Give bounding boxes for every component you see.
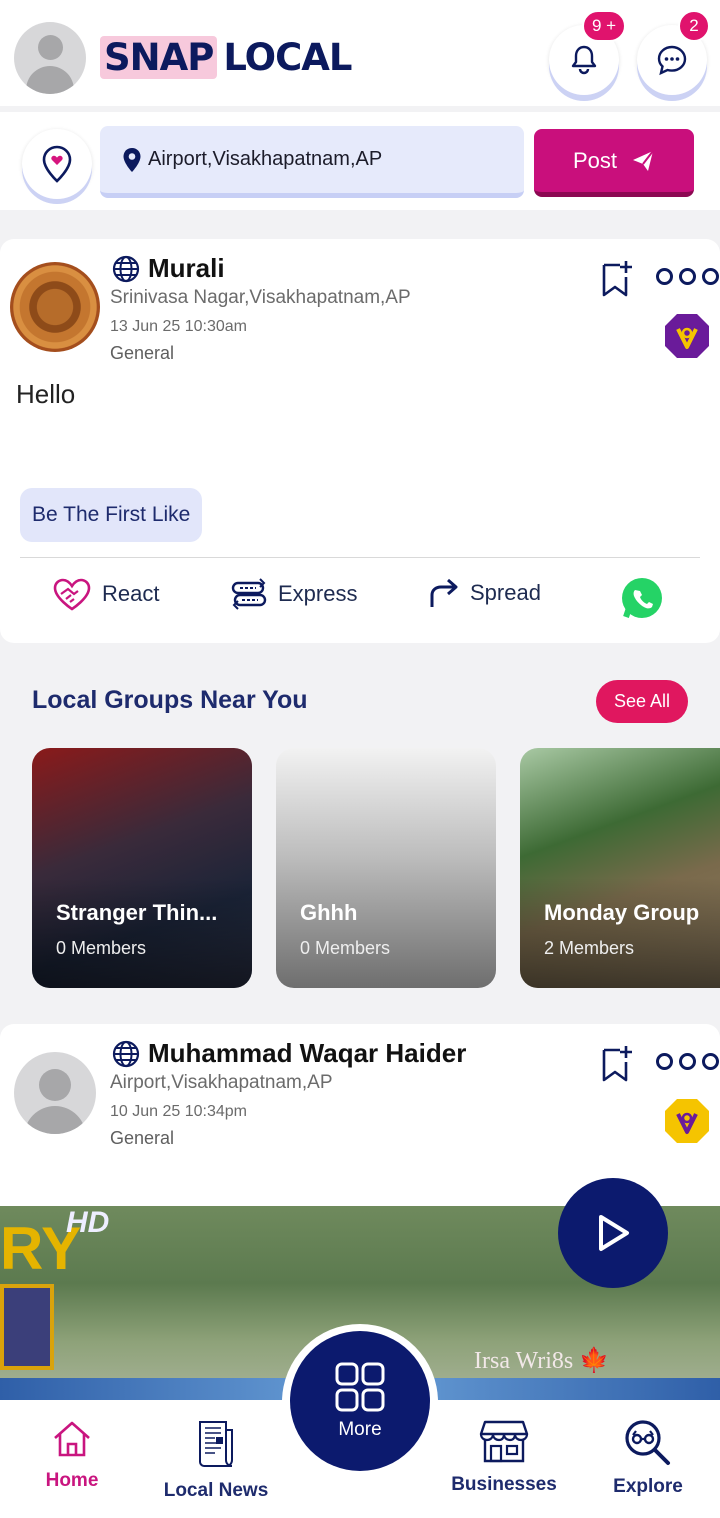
- group-members: 0 Members: [56, 938, 147, 958]
- more-options-icon[interactable]: [656, 1053, 719, 1070]
- post-card: Murali Srinivasa Nagar,Visakhapatnam,AP …: [0, 239, 720, 643]
- logo-local: LOCAL: [223, 35, 352, 79]
- handshake-heart-icon: [53, 578, 91, 611]
- nav-local-news[interactable]: Local News: [146, 1418, 286, 1502]
- group-card[interactable]: Monday Group 2 Members: [520, 748, 720, 988]
- home-icon: [54, 1421, 90, 1457]
- avatar-head-shape: [38, 35, 63, 60]
- send-icon: [633, 149, 654, 171]
- author-row: Murali: [112, 253, 225, 284]
- bell-icon: [571, 45, 597, 75]
- grid-icon: [335, 1362, 385, 1412]
- whatsapp-share-button[interactable]: [620, 577, 664, 621]
- group-name: Ghhh: [300, 900, 358, 925]
- express-label: Express: [278, 581, 358, 606]
- whatsapp-icon: [622, 578, 662, 618]
- logo-snap: SNAP: [100, 35, 218, 79]
- store-icon: [479, 1420, 529, 1463]
- avatar-head-shape: [39, 1069, 71, 1101]
- avatar-body-shape: [24, 1106, 86, 1134]
- group-members: 2 Members: [544, 938, 635, 958]
- nav-more-button[interactable]: More: [290, 1331, 430, 1471]
- avatar-body-shape: [26, 66, 74, 94]
- globe-icon: [112, 1040, 140, 1067]
- location-picker-button[interactable]: [22, 129, 92, 199]
- globe-icon: [112, 255, 140, 282]
- nav-home-label: Home: [45, 1470, 99, 1491]
- messages-count-badge: 2: [678, 10, 710, 42]
- notifications-count-badge: 9 +: [582, 10, 627, 42]
- post-timestamp: 13 Jun 25 10:30am: [110, 318, 247, 335]
- nav-businesses-label: Businesses: [451, 1474, 557, 1495]
- group-name: Monday Group: [544, 900, 700, 925]
- video-frame-graphic: [0, 1284, 54, 1370]
- express-icon: [231, 578, 267, 610]
- location-value: Airport,Visakhapatnam,AP: [148, 148, 383, 170]
- bookmark-add-icon[interactable]: [600, 1044, 634, 1084]
- food-photo: [10, 262, 100, 352]
- nav-more-label: More: [338, 1419, 382, 1440]
- groups-section-title: Local Groups Near You: [32, 686, 308, 714]
- post-timestamp: 10 Jun 25 10:34pm: [110, 1103, 247, 1120]
- post-category: General: [110, 1128, 175, 1148]
- post-category: General: [110, 343, 175, 363]
- card-divider: [20, 557, 700, 558]
- author-name[interactable]: Muhammad Waqar Haider: [148, 1038, 466, 1069]
- video-watermark: Irsa Wri8s 🍁: [474, 1348, 610, 1374]
- post-button-label: Post: [572, 147, 618, 173]
- group-card[interactable]: Ghhh 0 Members: [276, 748, 496, 988]
- author-row: Muhammad Waqar Haider: [112, 1038, 466, 1069]
- level-badge-icon: [665, 1099, 709, 1143]
- share-arrow-icon: [430, 578, 458, 607]
- group-members: 0 Members: [300, 938, 391, 958]
- post-button[interactable]: Post: [534, 129, 694, 197]
- location-field[interactable]: Airport,Visakhapatnam,AP: [100, 126, 524, 198]
- post-actions: React Express Spread: [0, 577, 720, 621]
- author-name[interactable]: Murali: [148, 253, 225, 284]
- bookmark-add-icon[interactable]: [600, 259, 634, 299]
- express-button[interactable]: Express: [230, 577, 357, 611]
- nav-businesses[interactable]: Businesses: [434, 1418, 574, 1496]
- map-pin-icon: [122, 147, 142, 173]
- react-label: React: [102, 581, 160, 606]
- group-card[interactable]: Stranger Thin... 0 Members: [32, 748, 252, 988]
- react-button[interactable]: React: [52, 577, 159, 611]
- play-button[interactable]: [558, 1178, 668, 1288]
- group-name: Stranger Thin...: [56, 900, 218, 925]
- spread-label: Spread: [470, 580, 541, 605]
- heart-pin-icon: [42, 145, 72, 183]
- first-like-chip[interactable]: Be The First Like: [20, 488, 203, 542]
- more-options-icon[interactable]: [656, 268, 719, 285]
- nav-local-news-label: Local News: [163, 1480, 269, 1501]
- post-body-text: Hello: [16, 379, 76, 409]
- spread-button[interactable]: Spread: [428, 577, 541, 609]
- chat-icon: [657, 45, 687, 76]
- see-all-button[interactable]: See All: [596, 680, 688, 723]
- card-shade: [520, 878, 720, 988]
- author-avatar[interactable]: [14, 1052, 96, 1134]
- post-location: Srinivasa Nagar,Visakhapatnam,AP: [110, 287, 411, 308]
- newspaper-icon: [199, 1421, 233, 1467]
- profile-avatar[interactable]: [14, 22, 86, 94]
- post-location: Airport,Visakhapatnam,AP: [110, 1072, 333, 1093]
- explore-search-icon: [625, 1420, 670, 1465]
- author-avatar[interactable]: [10, 262, 100, 352]
- app-logo: SNAP LOCAL: [100, 35, 352, 79]
- nav-explore[interactable]: Explore: [578, 1418, 718, 1498]
- location-bar: Airport,Visakhapatnam,AP Post: [0, 112, 720, 210]
- level-badge-icon: [665, 314, 709, 358]
- play-icon: [599, 1215, 629, 1251]
- card-shade: [32, 878, 252, 988]
- top-header: SNAP LOCAL 9 + 2: [0, 0, 720, 106]
- nav-explore-label: Explore: [613, 1476, 683, 1497]
- video-overlay-hd: HD: [66, 1206, 110, 1239]
- nav-home[interactable]: Home: [2, 1418, 142, 1492]
